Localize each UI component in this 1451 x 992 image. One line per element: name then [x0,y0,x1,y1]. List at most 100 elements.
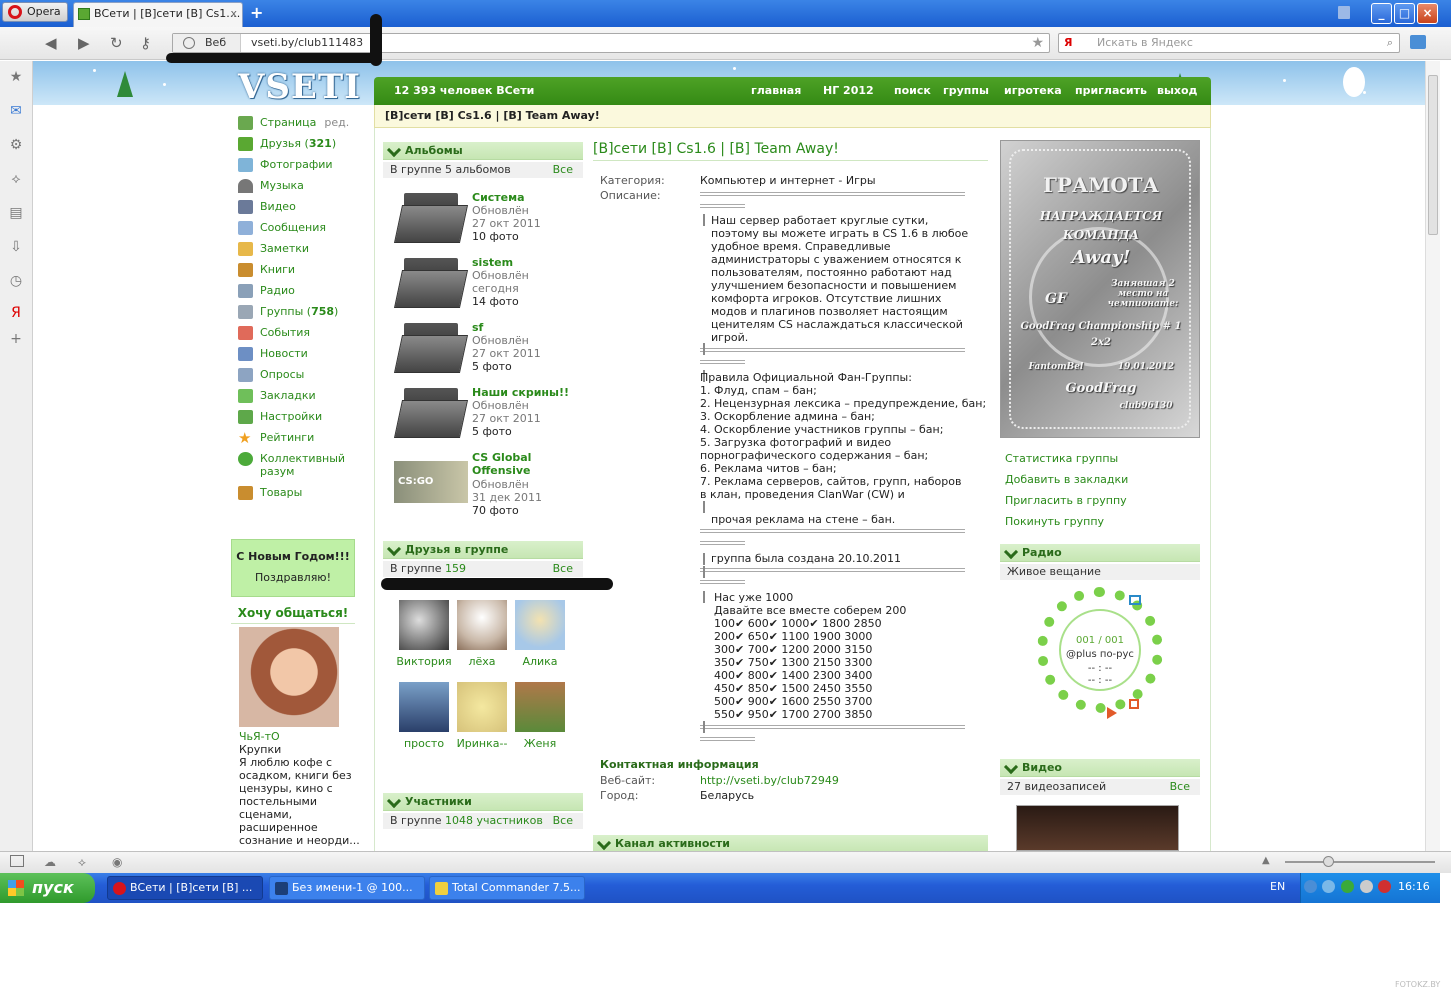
notes-icon[interactable]: ▤ [8,205,24,221]
new-tab-button[interactable]: + [250,3,263,22]
turbo-icon[interactable]: ◉ [112,855,122,869]
user-photo[interactable] [239,627,339,727]
play-icon[interactable] [1107,707,1117,719]
browser-tab[interactable]: ВСети | [В]сети [В] Cs1.... x [73,2,243,27]
history-icon[interactable]: ◷ [8,273,24,289]
friend-item[interactable]: Женя [512,682,568,752]
taskbar-item-total-commander[interactable]: Total Commander 7.5... [429,876,585,900]
link-group-stats[interactable]: Статистика группы [1005,452,1118,465]
menu-item-settings[interactable]: Настройки [238,408,322,426]
nav-main[interactable]: главная [751,84,801,97]
zoom-slider-knob[interactable] [1323,856,1334,867]
activity-header[interactable]: Канал активности [593,835,988,851]
unite-status-icon[interactable]: ⟡ [78,855,86,870]
nav-ny2012[interactable]: НГ 2012 [823,84,874,97]
taskbar-item-photoshop[interactable]: Без имени-1 @ 100... [269,876,425,900]
menu-item-notes[interactable]: Заметки [238,240,309,258]
album-item[interactable]: Система Обновлён 27 окт 2011 10 фото [393,191,584,253]
site-logo[interactable]: VSETI [238,67,361,107]
address-bar[interactable]: Веб vseti.by/club111483 ★ [172,33,1050,53]
close-button[interactable]: × [1417,3,1438,24]
zoom-slider[interactable] [1285,856,1435,867]
albums-header[interactable]: Альбомы [383,142,583,160]
menu-item-photos[interactable]: Фотографии [238,156,333,174]
album-item[interactable]: Наши скрины!! Обновлён 27 окт 2011 5 фот… [393,386,584,448]
menu-item-music[interactable]: Музыка [238,177,304,195]
album-item[interactable]: sf Обновлён 27 окт 2011 5 фото [393,321,584,383]
gear-icon[interactable]: ⚙ [8,137,24,153]
minimize-button[interactable]: _ [1371,3,1392,24]
menu-item-collective-mind[interactable]: Коллективный разум [238,450,358,482]
menu-item-friends[interactable]: Друзья (321) [238,135,336,153]
menu-item-news[interactable]: Новости [238,345,308,363]
menu-item-messages[interactable]: Сообщения [238,219,326,237]
radio-header[interactable]: Радио [1000,544,1200,562]
menu-item-groups[interactable]: Группы (758) [238,303,338,321]
link-add-bookmark[interactable]: Добавить в закладки [1005,473,1128,486]
radio-player[interactable]: 001 / 001 @plus по-рус -- : -- -- : -- [1037,587,1163,735]
utorrent-icon[interactable] [1341,880,1354,893]
members-all-link[interactable]: Все [553,813,573,829]
menu-item-events[interactable]: События [238,324,310,342]
menu-item-page[interactable]: Страница ред. [238,114,349,132]
add-panel-icon[interactable]: + [8,331,24,347]
volume-icon[interactable] [1129,595,1141,605]
opera-menu-button[interactable]: Opera [2,2,68,22]
unite-icon[interactable]: ⟡ [8,171,24,187]
friends-header[interactable]: Друзья в группе [383,541,583,559]
mail-icon[interactable]: ✉ [8,103,24,119]
nav-logout[interactable]: выход [1157,84,1197,97]
download-icon[interactable] [1410,35,1426,49]
website-link[interactable]: http://vseti.by/club72949 [700,774,839,787]
menu-item-ratings[interactable]: ★ Рейтинги [238,429,314,447]
transfers-icon[interactable]: ⇩ [8,239,24,255]
key-icon[interactable]: ⚷ [140,34,151,52]
reload-icon[interactable]: ↻ [110,34,123,52]
menu-item-radio[interactable]: Радио [238,282,295,300]
user-name[interactable]: ЧьЯ-тО [239,730,280,743]
menu-item-video[interactable]: Видео [238,198,296,216]
search-field[interactable]: Я Искать в Яндекс ⌕ [1058,33,1400,53]
albums-all-link[interactable]: Все [553,162,573,178]
video-header[interactable]: Видео [1000,759,1200,777]
zoom-icon[interactable]: ▲ [1262,855,1270,866]
nav-search[interactable]: поиск [894,84,931,97]
network-icon[interactable] [1322,880,1335,893]
album-item[interactable]: sistem Обновлён сегодня 14 фото [393,256,584,318]
menu-item-books[interactable]: Книги [238,261,295,279]
members-header[interactable]: Участники [383,793,583,811]
security-icon[interactable] [1378,880,1391,893]
group-avatar-certificate[interactable]: ГРАМОТА НАГРАЖДАЕТСЯ КОМАНДА Away! Заняв… [1000,140,1200,438]
tray-arrow-icon[interactable] [1304,880,1317,893]
video-all-link[interactable]: Все [1170,779,1190,795]
nav-invite[interactable]: пригласить [1075,84,1147,97]
scrollbar-thumb[interactable] [1428,75,1438,235]
search-icon[interactable]: ⌕ [1387,34,1393,52]
csgo-thumbnail[interactable]: CS:GO [394,461,468,503]
cloud-icon[interactable]: ☁ [44,855,56,869]
menu-item-polls[interactable]: Опросы [238,366,304,384]
nav-groups[interactable]: группы [943,84,989,97]
panel-toggle-icon[interactable] [10,855,24,867]
edit-link[interactable]: ред. [324,116,349,129]
menu-item-goods[interactable]: Товары [238,484,302,502]
tray-app-icon[interactable] [1360,880,1373,893]
taskbar-item-opera[interactable]: ВСети | [В]сети [В] ... [107,876,263,900]
forward-icon[interactable]: ▶ [78,34,90,52]
tab-close-icon[interactable]: x [230,3,237,25]
video-thumbnail[interactable] [1016,805,1179,851]
album-item[interactable]: CS:GO CS Global Offensive Обновлён 31 де… [394,451,584,521]
trash-icon[interactable] [1338,6,1350,19]
bookmarks-star-icon[interactable]: ★ [8,69,24,85]
scrollbar[interactable] [1425,61,1440,851]
friends-all-link[interactable]: Все [553,561,573,577]
nav-games[interactable]: игротека [1004,84,1062,97]
stop-icon[interactable] [1129,699,1139,709]
language-indicator[interactable]: EN [1270,880,1285,893]
yandex-panel-icon[interactable]: Я [8,305,24,321]
link-invite-group[interactable]: Пригласить в группу [1005,494,1127,507]
link-leave-group[interactable]: Покинуть группу [1005,515,1104,528]
menu-item-bookmarks[interactable]: Закладки [238,387,316,405]
back-icon[interactable]: ◀ [45,34,57,52]
start-button[interactable]: пуск [0,873,95,903]
